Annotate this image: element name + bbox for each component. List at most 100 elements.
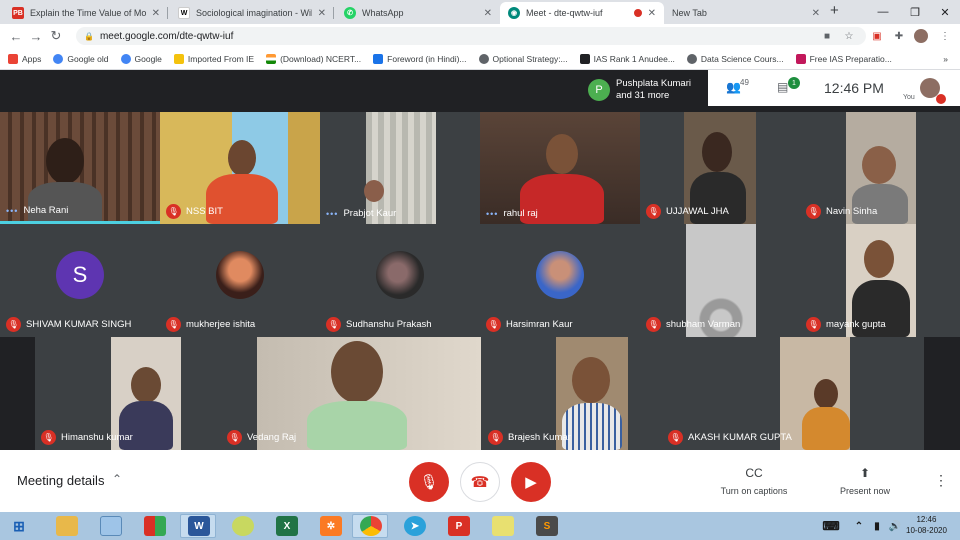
bookmark-item[interactable]: Google old [53, 53, 109, 64]
camera-indicator-icon[interactable]: ■ [820, 29, 834, 43]
participant-label: 🎙 UJJAWAL JHA [640, 204, 729, 219]
participant-tile[interactable]: 🎙 Harsimran Kaur [480, 224, 640, 337]
taskbar-clock[interactable]: 12:46 10-08-2020 [906, 514, 947, 536]
sublime-icon[interactable]: S [536, 516, 558, 536]
participant-tile[interactable]: 🎙 Sudhanshu Prakash [320, 224, 480, 337]
windows-start-icon[interactable]: ⊞ [8, 516, 30, 536]
participant-tile[interactable]: 🎙 shubham Varman [640, 224, 800, 337]
bookmark-item[interactable]: Free IAS Preparatio... [795, 53, 892, 64]
forward-icon[interactable]: → [26, 29, 46, 44]
tab-new-tab[interactable]: New Tab ✕ [664, 2, 828, 24]
bookmarks-more-button[interactable]: » [943, 54, 948, 64]
tab-whatsapp[interactable]: ✆ WhatsApp ✕ [336, 2, 500, 24]
globe-icon [478, 53, 489, 64]
paint-icon[interactable] [144, 516, 166, 536]
participant-tile[interactable]: 🎙 Vedang Raj [221, 337, 482, 450]
participant-tile[interactable]: ••• rahul raj [480, 112, 640, 224]
participant-tile[interactable]: 🎙 mukherjee ishita [160, 224, 320, 337]
bookmark-item[interactable]: Imported From IE [173, 53, 255, 64]
bookmark-label: Data Science Cours... [700, 53, 784, 64]
captions-label: Turn on captions [720, 486, 788, 496]
bookmark-item[interactable]: (Download) NCERT... [266, 53, 362, 64]
bookmark-label: Imported From IE [187, 53, 255, 64]
bookmark-label: (Download) NCERT... [280, 53, 362, 64]
close-icon[interactable]: ✕ [812, 8, 820, 19]
participant-tile[interactable]: ••• Prabjot Kaur [320, 112, 480, 224]
captions-button[interactable]: CC Turn on captions [709, 466, 799, 496]
close-icon[interactable]: ✕ [152, 8, 160, 19]
maximize-icon[interactable]: ❐ [900, 0, 930, 24]
participant-tile[interactable]: 🎙 Brajesh Kumar [482, 337, 662, 450]
tab-meet[interactable]: ◉ Meet - dte-qwtw-iuf ✕ [500, 2, 664, 24]
bookmark-label: IAS Rank 1 Anudee... [593, 53, 675, 64]
keyboard-icon[interactable]: ⌨ [820, 516, 842, 536]
volume-icon[interactable]: 🔊 [884, 516, 906, 536]
tab-time-value[interactable]: PB Explain the Time Value of Mone ✕ [4, 2, 168, 24]
participant-tile[interactable]: ••• Neha Rani [0, 112, 160, 224]
leave-call-button[interactable]: ☎ [460, 462, 500, 502]
camera-toggle-button[interactable]: ▶ [511, 462, 551, 502]
bookmark-label: Foreword (in Hindi)... [387, 53, 467, 64]
close-icon[interactable]: ✕ [648, 8, 656, 19]
bookmark-item[interactable]: Foreword (in Hindi)... [373, 53, 467, 64]
participant-tile[interactable]: 🎙 UJJAWAL JHA [640, 112, 800, 224]
participant-label: 🎙 mayank gupta [800, 317, 886, 332]
presenter-chip[interactable]: P Pushplata Kumari and 31 more [588, 76, 708, 104]
xampp-icon[interactable]: ✲ [320, 516, 342, 536]
reload-icon[interactable]: ↻ [46, 28, 66, 44]
mic-toggle-button[interactable]: 🎙 [409, 462, 449, 502]
participant-tile[interactable]: 🎙 Navin Sinha [800, 112, 960, 224]
notepad-icon[interactable] [100, 516, 122, 536]
star-icon[interactable]: ☆ [842, 29, 856, 43]
participant-name: mayank gupta [826, 319, 886, 330]
chevron-up-icon[interactable]: ⌃ [112, 472, 122, 486]
chrome-icon[interactable] [360, 516, 382, 536]
chat-icon[interactable]: ▤ [777, 80, 788, 94]
bookmark-item[interactable]: Google [120, 53, 162, 64]
participant-tile[interactable]: 🎙 mayank gupta [800, 224, 960, 337]
india-flag-icon [266, 53, 277, 64]
bookmark-item[interactable]: IAS Rank 1 Anudee... [579, 53, 675, 64]
psiphon-icon[interactable]: P [448, 516, 470, 536]
bookmark-apps[interactable]: Apps [8, 53, 41, 64]
close-icon[interactable]: ✕ [484, 8, 492, 19]
close-icon[interactable]: ✕ [318, 8, 326, 19]
meeting-details-button[interactable]: Meeting details [17, 473, 104, 488]
pidgin-icon[interactable] [232, 516, 254, 536]
new-tab-button[interactable]: + [830, 2, 839, 19]
sticky-notes-icon[interactable] [492, 516, 514, 536]
participant-name: Navin Sinha [826, 206, 878, 217]
profile-avatar[interactable] [914, 29, 928, 43]
telegram-icon[interactable]: ➤ [404, 516, 426, 536]
tab-sociological[interactable]: W Sociological imagination - Wiki ✕ [170, 2, 334, 24]
bookmarks-bar: Apps Google old Google Imported From IE … [0, 48, 960, 70]
participant-tile[interactable]: 🎙 NSS BIT [160, 112, 320, 224]
participant-name: NSS BIT [186, 206, 223, 217]
taskbar-date: 10-08-2020 [906, 526, 947, 535]
bookmark-item[interactable]: Optional Strategy:... [478, 53, 568, 64]
participant-name: mukherjee ishita [186, 319, 256, 330]
minimize-icon[interactable]: — [868, 0, 898, 24]
excel-icon[interactable]: X [276, 516, 298, 536]
participant-tile[interactable]: S 🎙 SHIVAM KUMAR SINGH [0, 224, 160, 337]
people-icon[interactable]: 👥 [726, 80, 741, 94]
back-icon[interactable]: ← [6, 29, 26, 44]
present-now-button[interactable]: ⬆ Present now [820, 466, 910, 496]
speaking-icon: ••• [486, 208, 499, 219]
file-explorer-icon[interactable] [56, 516, 78, 536]
address-bar[interactable]: 🔒 meet.google.com/dte-qwtw-iuf [76, 27, 866, 45]
bookmark-item[interactable]: Data Science Cours... [686, 53, 784, 64]
window-close-icon[interactable]: ✕ [930, 0, 960, 24]
participant-name: rahul raj [503, 208, 538, 219]
participant-tile[interactable]: 🎙 Himanshu kumar [35, 337, 221, 450]
mic-off-icon: 🎙 [166, 317, 181, 332]
participant-tile[interactable]: 🎙 AKASH KUMAR GUPTA [662, 337, 924, 450]
extension-icon[interactable]: ▣ [870, 29, 884, 43]
more-options-icon[interactable]: ⋮ [934, 472, 948, 489]
word-icon[interactable]: W [188, 516, 210, 536]
present-label: Present now [839, 486, 891, 496]
mic-off-icon: 🎙 [486, 317, 501, 332]
tab-label: Sociological imagination - Wiki [196, 8, 312, 18]
menu-icon[interactable]: ⋮ [938, 29, 952, 43]
puzzle-icon[interactable]: ✚ [892, 29, 906, 43]
